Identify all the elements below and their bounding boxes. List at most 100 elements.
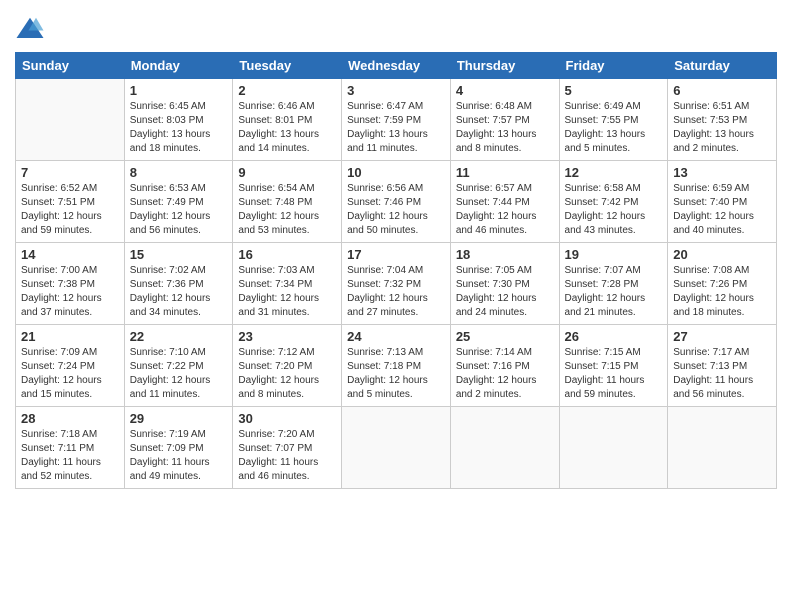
weekday-monday: Monday — [124, 53, 233, 79]
calendar-cell: 17 Sunrise: 7:04 AMSunset: 7:32 PMDayligh… — [342, 243, 451, 325]
day-number: 15 — [130, 247, 228, 262]
day-info: Sunrise: 6:45 AMSunset: 8:03 PMDaylight:… — [130, 100, 228, 156]
calendar-cell: 5 Sunrise: 6:49 AMSunset: 7:55 PMDaylight… — [559, 79, 668, 161]
day-number: 19 — [565, 247, 663, 262]
day-info: Sunrise: 7:14 AMSunset: 7:16 PMDaylight:… — [456, 346, 554, 402]
calendar-cell: 19 Sunrise: 7:07 AMSunset: 7:28 PMDayligh… — [559, 243, 668, 325]
day-number: 22 — [130, 329, 228, 344]
day-info: Sunrise: 6:54 AMSunset: 7:48 PMDaylight:… — [238, 182, 336, 238]
calendar-cell: 9 Sunrise: 6:54 AMSunset: 7:48 PMDaylight… — [233, 161, 342, 243]
day-number: 16 — [238, 247, 336, 262]
day-number: 20 — [673, 247, 771, 262]
calendar-cell: 13 Sunrise: 6:59 AMSunset: 7:40 PMDayligh… — [668, 161, 777, 243]
day-info: Sunrise: 7:00 AMSunset: 7:38 PMDaylight:… — [21, 264, 119, 320]
weekday-saturday: Saturday — [668, 53, 777, 79]
day-info: Sunrise: 7:18 AMSunset: 7:11 PMDaylight:… — [21, 428, 119, 484]
day-number: 28 — [21, 411, 119, 426]
day-info: Sunrise: 7:15 AMSunset: 7:15 PMDaylight:… — [565, 346, 663, 402]
calendar-cell: 21 Sunrise: 7:09 AMSunset: 7:24 PMDayligh… — [16, 325, 125, 407]
day-info: Sunrise: 7:10 AMSunset: 7:22 PMDaylight:… — [130, 346, 228, 402]
week-row-0: 1Sunrise: 6:45 AMSunset: 8:03 PMDaylight… — [16, 79, 777, 161]
calendar-cell: 18Sunrise: 7:05 AMSunset: 7:30 PMDayligh… — [450, 243, 559, 325]
day-number: 13 — [673, 165, 771, 180]
day-number: 8 — [130, 165, 228, 180]
weekday-tuesday: Tuesday — [233, 53, 342, 79]
weekday-thursday: Thursday — [450, 53, 559, 79]
calendar-cell — [559, 407, 668, 489]
day-info: Sunrise: 6:49 AMSunset: 7:55 PMDaylight:… — [565, 100, 663, 156]
day-info: Sunrise: 6:57 AMSunset: 7:44 PMDaylight:… — [456, 182, 554, 238]
day-info: Sunrise: 7:07 AMSunset: 7:28 PMDaylight:… — [565, 264, 663, 320]
calendar-cell: 23 Sunrise: 7:12 AMSunset: 7:20 PMDayligh… — [233, 325, 342, 407]
day-info: Sunrise: 6:51 AMSunset: 7:53 PMDaylight:… — [673, 100, 771, 156]
calendar-cell: 24 Sunrise: 7:13 AMSunset: 7:18 PMDayligh… — [342, 325, 451, 407]
day-number: 10 — [347, 165, 445, 180]
day-number: 12 — [565, 165, 663, 180]
day-number: 9 — [238, 165, 336, 180]
day-number: 26 — [565, 329, 663, 344]
calendar-cell: 15Sunrise: 7:02 AMSunset: 7:36 PMDayligh… — [124, 243, 233, 325]
day-number: 5 — [565, 83, 663, 98]
day-info: Sunrise: 7:04 AMSunset: 7:32 PMDaylight:… — [347, 264, 445, 320]
day-number: 30 — [238, 411, 336, 426]
calendar-cell: 3 Sunrise: 6:47 AMSunset: 7:59 PMDaylight… — [342, 79, 451, 161]
day-number: 23 — [238, 329, 336, 344]
calendar-cell: 12 Sunrise: 6:58 AMSunset: 7:42 PMDayligh… — [559, 161, 668, 243]
logo-icon — [15, 14, 45, 44]
week-row-3: 21 Sunrise: 7:09 AMSunset: 7:24 PMDayligh… — [16, 325, 777, 407]
calendar-cell — [16, 79, 125, 161]
calendar-cell: 26 Sunrise: 7:15 AMSunset: 7:15 PMDayligh… — [559, 325, 668, 407]
week-row-4: 28 Sunrise: 7:18 AMSunset: 7:11 PMDayligh… — [16, 407, 777, 489]
week-row-1: 7 Sunrise: 6:52 AMSunset: 7:51 PMDaylight… — [16, 161, 777, 243]
day-info: Sunrise: 6:52 AMSunset: 7:51 PMDaylight:… — [21, 182, 119, 238]
day-number: 14 — [21, 247, 119, 262]
day-info: Sunrise: 6:56 AMSunset: 7:46 PMDaylight:… — [347, 182, 445, 238]
page-container: SundayMondayTuesdayWednesdayThursdayFrid… — [0, 0, 792, 612]
day-number: 4 — [456, 83, 554, 98]
day-number: 24 — [347, 329, 445, 344]
calendar-cell: 25 Sunrise: 7:14 AMSunset: 7:16 PMDayligh… — [450, 325, 559, 407]
day-number: 17 — [347, 247, 445, 262]
calendar-cell: 8Sunrise: 6:53 AMSunset: 7:49 PMDaylight… — [124, 161, 233, 243]
calendar-cell — [450, 407, 559, 489]
day-number: 29 — [130, 411, 228, 426]
calendar-table: SundayMondayTuesdayWednesdayThursdayFrid… — [15, 52, 777, 489]
calendar-cell: 1Sunrise: 6:45 AMSunset: 8:03 PMDaylight… — [124, 79, 233, 161]
calendar-cell — [668, 407, 777, 489]
calendar-cell: 4Sunrise: 6:48 AMSunset: 7:57 PMDaylight… — [450, 79, 559, 161]
calendar-cell: 14 Sunrise: 7:00 AMSunset: 7:38 PMDayligh… — [16, 243, 125, 325]
calendar-cell: 22 Sunrise: 7:10 AMSunset: 7:22 PMDayligh… — [124, 325, 233, 407]
calendar-cell: 29Sunrise: 7:19 AMSunset: 7:09 PMDayligh… — [124, 407, 233, 489]
day-info: Sunrise: 6:59 AMSunset: 7:40 PMDaylight:… — [673, 182, 771, 238]
day-info: Sunrise: 7:12 AMSunset: 7:20 PMDaylight:… — [238, 346, 336, 402]
day-number: 6 — [673, 83, 771, 98]
calendar-cell: 7 Sunrise: 6:52 AMSunset: 7:51 PMDaylight… — [16, 161, 125, 243]
day-number: 3 — [347, 83, 445, 98]
weekday-sunday: Sunday — [16, 53, 125, 79]
day-info: Sunrise: 6:58 AMSunset: 7:42 PMDaylight:… — [565, 182, 663, 238]
day-info: Sunrise: 7:09 AMSunset: 7:24 PMDaylight:… — [21, 346, 119, 402]
calendar-cell: 30 Sunrise: 7:20 AMSunset: 7:07 PMDayligh… — [233, 407, 342, 489]
week-row-2: 14 Sunrise: 7:00 AMSunset: 7:38 PMDayligh… — [16, 243, 777, 325]
calendar-cell — [342, 407, 451, 489]
calendar-cell: 2Sunrise: 6:46 AMSunset: 8:01 PMDaylight… — [233, 79, 342, 161]
day-number: 11 — [456, 165, 554, 180]
day-info: Sunrise: 6:47 AMSunset: 7:59 PMDaylight:… — [347, 100, 445, 156]
calendar-cell: 10 Sunrise: 6:56 AMSunset: 7:46 PMDayligh… — [342, 161, 451, 243]
day-info: Sunrise: 7:13 AMSunset: 7:18 PMDaylight:… — [347, 346, 445, 402]
calendar-cell: 16 Sunrise: 7:03 AMSunset: 7:34 PMDayligh… — [233, 243, 342, 325]
weekday-friday: Friday — [559, 53, 668, 79]
day-number: 21 — [21, 329, 119, 344]
day-info: Sunrise: 7:08 AMSunset: 7:26 PMDaylight:… — [673, 264, 771, 320]
day-info: Sunrise: 6:46 AMSunset: 8:01 PMDaylight:… — [238, 100, 336, 156]
day-info: Sunrise: 7:03 AMSunset: 7:34 PMDaylight:… — [238, 264, 336, 320]
weekday-header-row: SundayMondayTuesdayWednesdayThursdayFrid… — [16, 53, 777, 79]
day-number: 7 — [21, 165, 119, 180]
calendar-cell: 20 Sunrise: 7:08 AMSunset: 7:26 PMDayligh… — [668, 243, 777, 325]
day-number: 25 — [456, 329, 554, 344]
logo — [15, 14, 49, 44]
calendar-cell: 27Sunrise: 7:17 AMSunset: 7:13 PMDayligh… — [668, 325, 777, 407]
day-info: Sunrise: 7:20 AMSunset: 7:07 PMDaylight:… — [238, 428, 336, 484]
header — [15, 10, 777, 44]
calendar-cell: 6 Sunrise: 6:51 AMSunset: 7:53 PMDaylight… — [668, 79, 777, 161]
